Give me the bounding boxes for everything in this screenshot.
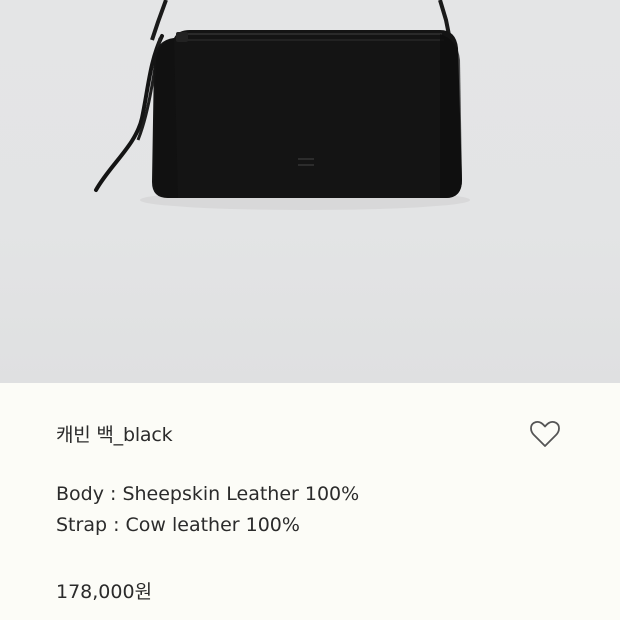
product-title: 캐빈 백_black bbox=[56, 424, 173, 446]
black-shoulder-bag-photo bbox=[94, 0, 470, 210]
product-image bbox=[0, 0, 620, 383]
spec-strap-material: Strap : Cow leather 100% bbox=[56, 514, 300, 536]
heart-outline-icon bbox=[530, 421, 560, 447]
product-price: 178,000원 bbox=[56, 581, 153, 603]
spec-body-material: Body : Sheepskin Leather 100% bbox=[56, 483, 360, 505]
wishlist-button[interactable] bbox=[530, 420, 562, 450]
product-info: 캐빈 백_black Body : Sheepskin Leather 100%… bbox=[0, 383, 620, 620]
